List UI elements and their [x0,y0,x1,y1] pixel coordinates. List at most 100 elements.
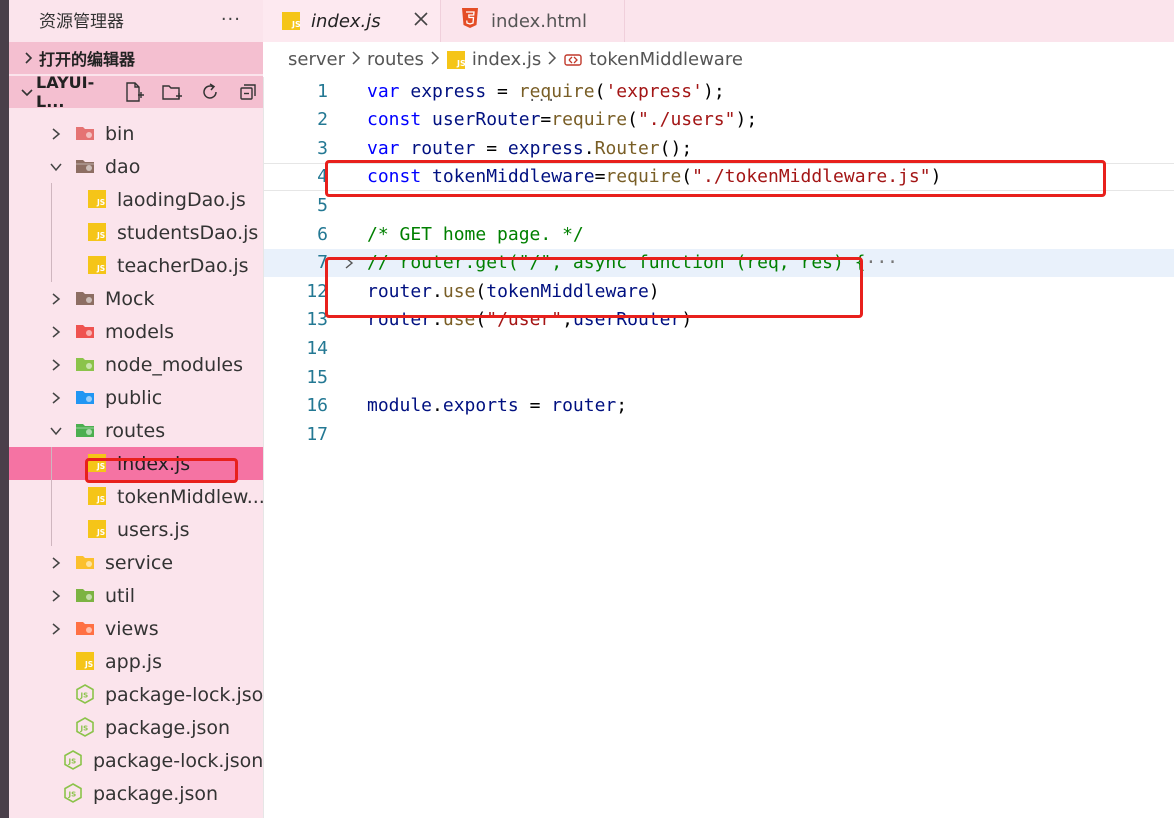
tree-folder[interactable]: views [9,612,263,645]
code-text: module.exports = router; [367,395,628,417]
line-number: 17 [306,423,328,445]
tab-index-js[interactable]: JS index.js [263,0,441,42]
tree-folder[interactable]: Mock [9,282,263,315]
tab-index-html[interactable]: index.html [441,0,625,42]
js-file-icon: JS [88,487,106,505]
chevron-right-icon [49,127,63,141]
tree-item-label: users.js [117,518,190,541]
code-line[interactable]: 2 const userRouter=require("./users"); [264,106,1174,134]
tree-item-label: package.json [105,716,231,739]
tree-item-label: laodingDao.js [117,188,246,211]
chevron-right-icon [49,622,63,636]
tree-file[interactable]: JS laodingDao.js [9,183,263,216]
folder-util-icon [76,589,94,602]
tree-item-label: package.json [93,782,219,805]
code-line[interactable]: 14 [264,334,1174,362]
new-file-icon[interactable] [119,79,149,105]
tree-folder[interactable]: bin [9,117,263,150]
tree-item-label: views [105,617,159,640]
breadcrumb-item[interactable]: routes [367,49,424,70]
folder-bin-icon [76,127,94,140]
tab-bar: JS index.js index.html [263,0,1174,42]
tree-folder[interactable]: node_modules [9,348,263,381]
chevron-down-icon [17,86,36,98]
chevron-right-icon [49,589,63,603]
tree-file[interactable]: JS package-lock.json [9,678,263,711]
tree-file[interactable]: JS package.json [9,777,263,810]
tree-file[interactable]: JS tokenMiddlew... [9,480,263,513]
code-line[interactable]: 17 [264,420,1174,448]
breadcrumb-item[interactable]: tokenMiddleware [589,49,743,70]
code-text: var router = express.Router(); [367,137,693,159]
js-file-icon: JS [88,190,106,208]
tree-item-label: dao [105,155,141,178]
code-line[interactable]: 3 var router = express.Router(); [264,134,1174,162]
code-line[interactable]: 16 module.exports = router; [264,392,1174,420]
tree-folder[interactable]: service [9,546,263,579]
tree-item-label: public [105,386,163,409]
chevron-right-icon [351,49,361,70]
folder-node-icon [76,358,94,371]
code-text: const userRouter=require("./users"); [367,109,758,131]
tree-folder[interactable]: models [9,315,263,348]
tree-file[interactable]: JS package.json [9,711,263,744]
svg-text:JS: JS [291,20,301,29]
line-number: 16 [306,395,328,417]
tab-label: index.js [311,10,381,32]
line-number: 5 [317,194,328,216]
svg-text:JS: JS [96,528,105,537]
line-number: 12 [306,280,328,302]
tree-item-label: app.js [105,650,162,673]
tree-item-label: bin [105,122,135,145]
tree-file[interactable]: JS studentsDao.js [9,216,263,249]
tree-item-label: node_modules [105,353,244,376]
code-line[interactable]: 15 [264,363,1174,391]
close-icon[interactable] [411,9,431,29]
breadcrumb-item[interactable]: index.js [472,49,541,70]
svg-text:JS: JS [80,692,89,700]
code-line[interactable]: 6 /* GET home page. */ [264,220,1174,248]
chevron-right-icon [547,49,557,70]
tree-folder[interactable]: routes [9,414,263,447]
folder-mock-icon [76,292,94,305]
tree-item-label: util [105,584,136,607]
line-number: 7 [317,252,328,274]
js-file-icon: JS [88,256,106,274]
node-json-icon: JS [76,717,94,737]
tree-file[interactable]: JS users.js [9,513,263,546]
new-folder-icon[interactable] [157,79,187,105]
tree-item-label: teacherDao.js [117,254,249,277]
chevron-right-icon [17,52,39,64]
tree-folder[interactable]: dao [9,150,263,183]
breadcrumb-item[interactable]: server [288,49,345,70]
tree-file[interactable]: JS teacherDao.js [9,249,263,282]
js-file-icon: JS [88,520,106,538]
html5-icon [462,8,478,28]
chevron-right-icon [49,292,63,306]
svg-text:JS: JS [68,758,77,766]
code-line[interactable]: 1 var express = require('express'); ··· [264,77,1174,110]
tree-item-label: tokenMiddlew... [117,485,263,508]
svg-text:JS: JS [96,231,105,240]
node-json-icon: JS [64,750,82,770]
tree-folder[interactable]: util [9,579,263,612]
tree-item-label: studentsDao.js [117,221,259,244]
line-number: 15 [306,366,328,388]
chevron-right-icon [430,49,440,70]
tree-item-label: Mock [105,287,155,310]
svg-text:JS: JS [80,725,89,733]
workspace-section[interactable]: LAYUI-L... [9,73,263,111]
line-number: 13 [306,309,328,331]
more-actions-button[interactable]: ··· [221,9,241,30]
tree-item-label: service [105,551,174,574]
folder-public-icon [76,391,94,404]
svg-text:JS: JS [68,791,77,799]
svg-text:JS: JS [96,264,105,273]
tree-file[interactable]: JS app.js [9,645,263,678]
explorer-sidebar: 资源管理器 ··· 打开的编辑器 LAYUI-L... bin dao JS l… [9,0,263,818]
refresh-icon[interactable] [195,79,225,105]
collapse-all-icon[interactable] [233,79,263,105]
open-editors-section[interactable]: 打开的编辑器 [9,42,263,74]
tree-folder[interactable]: public [9,381,263,414]
tree-file[interactable]: JS package-lock.json [9,744,263,777]
